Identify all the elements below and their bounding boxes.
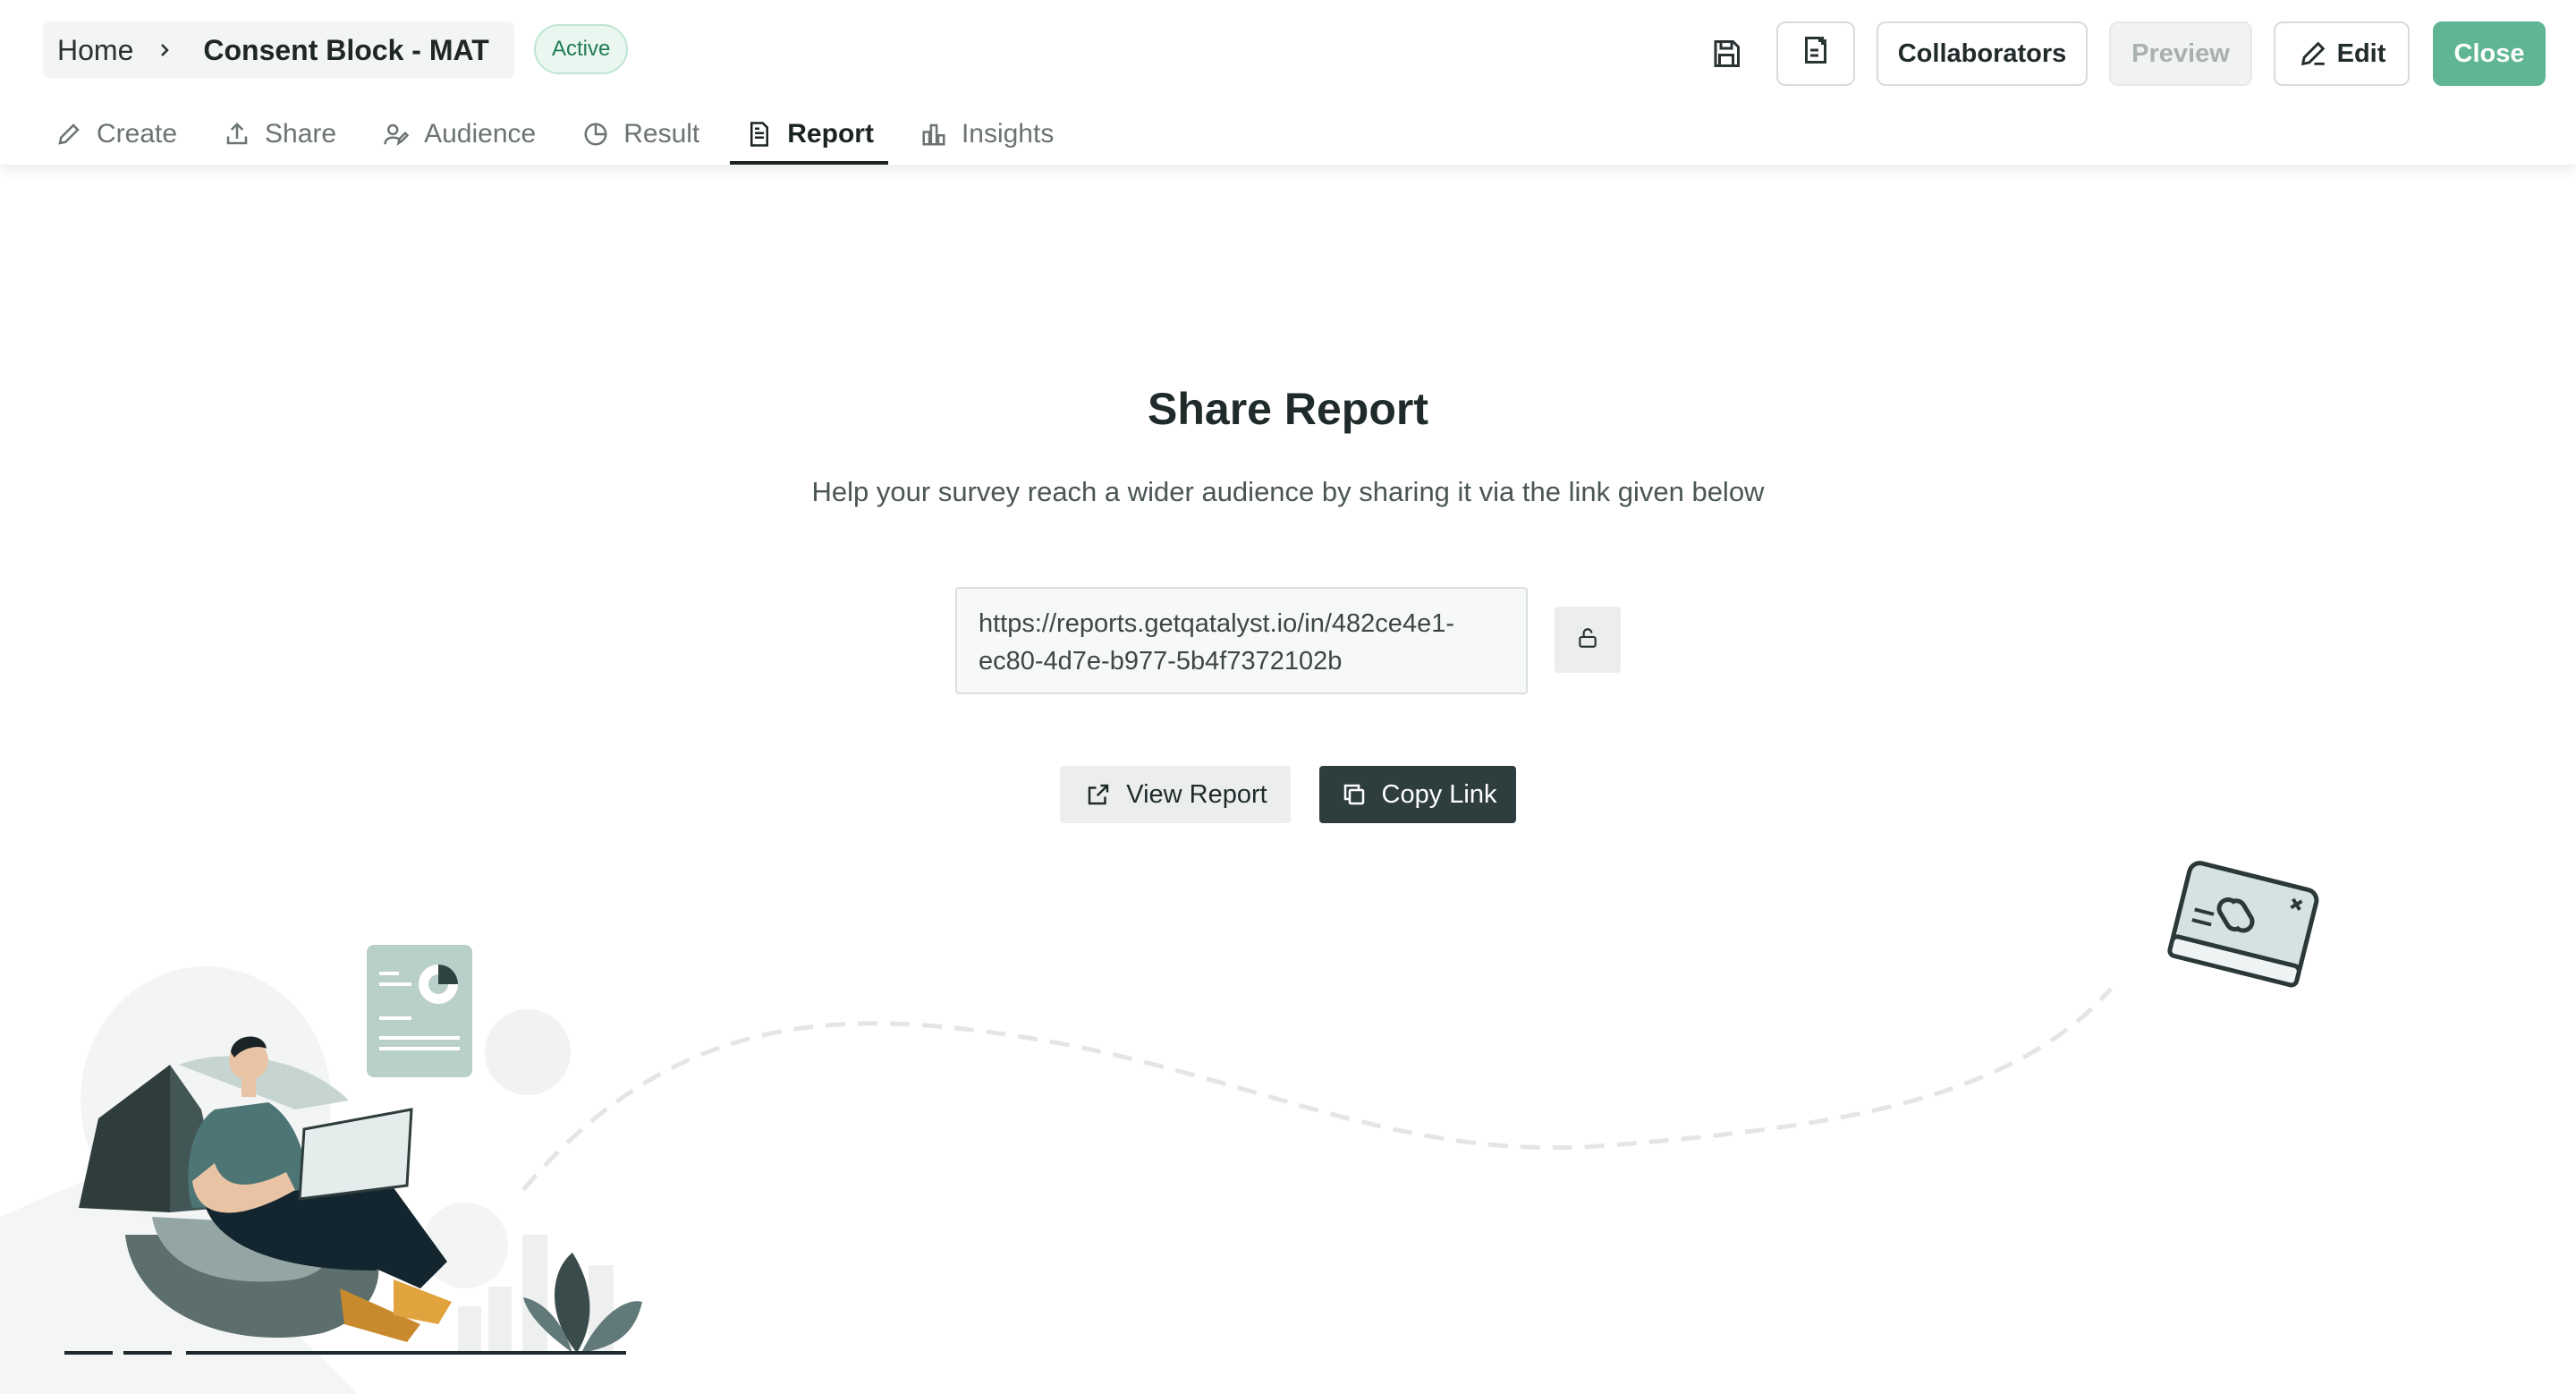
view-report-button[interactable]: View Report [1060, 766, 1291, 823]
external-link-icon [1083, 779, 1114, 810]
lock-toggle-button[interactable] [1555, 607, 1621, 673]
pie-chart-icon [580, 119, 611, 149]
tab-bar: Create Share Audience Result Report Insi… [39, 107, 1084, 165]
pencil-icon [2298, 38, 2328, 69]
top-header: Home Consent Block - MAT Active Collabor… [0, 0, 2576, 165]
tab-label: Create [97, 119, 178, 149]
bar-chart-icon [919, 119, 949, 149]
edit-label: Edit [2336, 38, 2386, 68]
page-subtitle: Help your survey reach a wider audience … [811, 476, 1765, 507]
chevron-right-icon [151, 37, 178, 64]
tab-share[interactable]: Share [208, 107, 351, 161]
report-link-field[interactable]: https://reports.getqatalyst.io/in/482ce4… [955, 587, 1528, 694]
breadcrumb: Home Consent Block - MAT [43, 21, 514, 79]
close-button[interactable]: Close [2433, 21, 2546, 86]
report-card-icon [367, 945, 472, 1077]
report-link-line-2: ec80-4d7e-b977-5b4f7372102b [979, 647, 1343, 676]
dashed-path [521, 987, 2113, 1192]
pencil-icon [54, 119, 84, 149]
tab-create[interactable]: Create [39, 107, 191, 161]
tab-report[interactable]: Report [730, 107, 888, 165]
report-link-line-1: https://reports.getqatalyst.io/in/482ce4… [979, 609, 1454, 638]
tab-label: Audience [424, 119, 537, 149]
tab-label: Insights [961, 119, 1055, 149]
tab-label: Result [623, 119, 700, 149]
tab-label: Share [265, 119, 337, 149]
tab-result[interactable]: Result [566, 107, 714, 161]
link-card-icon [2167, 861, 2319, 988]
tab-audience[interactable]: Audience [367, 107, 550, 161]
copy-icon [1339, 779, 1369, 810]
save-icon[interactable] [1703, 30, 1750, 77]
share-illustration [0, 861, 2319, 1394]
copy-link-button[interactable]: Copy Link [1319, 766, 1516, 823]
status-badge: Active [534, 24, 629, 74]
edit-button[interactable]: Edit [2274, 21, 2410, 86]
add-note-button[interactable] [1776, 21, 1855, 86]
document-icon [744, 119, 775, 149]
users-icon [381, 119, 411, 149]
collaborators-button[interactable]: Collaborators [1877, 21, 2088, 86]
copy-link-label: Copy Link [1381, 779, 1497, 809]
preview-button[interactable]: Preview [2109, 21, 2252, 86]
note-add-icon [1800, 34, 1832, 73]
tab-label: Report [787, 119, 874, 149]
survey-title: Consent Block - MAT [203, 33, 489, 66]
unlock-icon [1576, 626, 1599, 654]
view-report-label: View Report [1126, 779, 1267, 809]
page-title: Share Report [1148, 384, 1428, 434]
upload-share-icon [222, 119, 252, 149]
breadcrumb-home-link[interactable]: Home [50, 34, 151, 67]
tab-insights[interactable]: Insights [904, 107, 1068, 161]
